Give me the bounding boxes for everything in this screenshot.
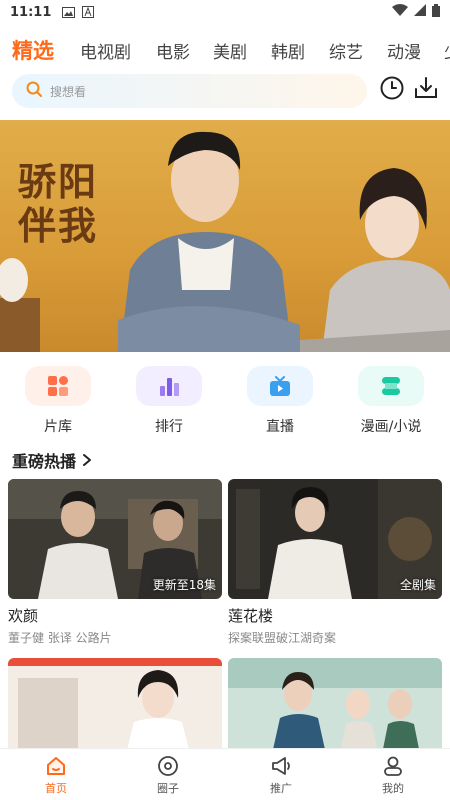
category-ranking-label: 排行 bbox=[155, 419, 183, 435]
show-thumbnail-art bbox=[228, 658, 442, 754]
live-tv-icon bbox=[247, 366, 313, 406]
tab-featured[interactable]: 精选 bbox=[12, 35, 54, 65]
show-thumbnail: 更新至18集 bbox=[8, 479, 222, 599]
wifi-icon bbox=[392, 4, 408, 20]
search-placeholder: 搜想看 bbox=[50, 84, 87, 99]
show-card-partial[interactable] bbox=[228, 658, 442, 754]
show-thumbnail: 全剧集 bbox=[228, 479, 442, 599]
show-card[interactable]: 更新至18集 欢颜 董子健 张译 公路片 bbox=[8, 479, 222, 646]
category-live[interactable]: 直播 bbox=[235, 366, 325, 436]
library-icon bbox=[25, 366, 91, 406]
show-card-partial[interactable] bbox=[8, 658, 222, 754]
status-bar: 11:11 bbox=[0, 0, 450, 24]
nav-promote-label: 推广 bbox=[270, 782, 292, 795]
tab-anime[interactable]: 动漫 bbox=[387, 38, 421, 63]
home-icon bbox=[21, 755, 91, 777]
show-title: 欢颜 bbox=[8, 607, 39, 625]
episode-badge: 全剧集 bbox=[399, 578, 436, 592]
chevron-right-icon bbox=[82, 453, 92, 467]
banner-title-line1: 骄阳 bbox=[18, 159, 99, 204]
nav-profile-label: 我的 bbox=[382, 782, 404, 795]
show-subtitle: 探案联盟破江湖奇案 bbox=[228, 631, 337, 645]
tab-partial[interactable]: 少 bbox=[444, 38, 450, 63]
episode-badge: 更新至18集 bbox=[152, 578, 216, 592]
profile-icon bbox=[358, 755, 428, 777]
megaphone-icon bbox=[246, 755, 316, 777]
show-title: 莲花楼 bbox=[228, 607, 274, 625]
signal-icon bbox=[414, 4, 426, 20]
status-time: 11:11 bbox=[10, 4, 52, 20]
section-title: 重磅热播 bbox=[12, 452, 77, 471]
search-row: 搜想看 bbox=[0, 74, 450, 110]
section-header[interactable]: 重磅热播 bbox=[12, 448, 92, 472]
show-card[interactable]: 全剧集 莲花楼 探案联盟破江湖奇案 bbox=[228, 479, 442, 646]
category-comic-novel-label: 漫画/小说 bbox=[360, 419, 422, 435]
comic-novel-icon bbox=[358, 366, 424, 406]
show-thumbnail-art bbox=[8, 658, 222, 754]
download-icon bbox=[413, 75, 439, 105]
nav-home[interactable]: 首页 bbox=[21, 755, 91, 796]
nav-promote[interactable]: 推广 bbox=[246, 755, 316, 796]
clock-icon bbox=[379, 75, 405, 105]
show-subtitle: 董子健 张译 公路片 bbox=[8, 631, 112, 645]
tab-tv-series[interactable]: 电视剧 bbox=[80, 38, 131, 63]
hero-banner[interactable]: 骄阳 伴我 bbox=[0, 120, 450, 352]
circle-icon bbox=[133, 755, 203, 777]
search-input[interactable]: 搜想看 bbox=[12, 74, 367, 108]
category-library[interactable]: 片库 bbox=[13, 366, 103, 436]
tab-movies[interactable]: 电影 bbox=[156, 38, 190, 63]
nav-circle-label: 圈子 bbox=[157, 782, 179, 795]
category-live-label: 直播 bbox=[266, 419, 294, 435]
tab-k-drama[interactable]: 韩剧 bbox=[271, 38, 305, 63]
bottom-navigation: 首页 圈子 推广 我的 bbox=[0, 748, 450, 800]
category-comic-novel[interactable]: 漫画/小说 bbox=[346, 366, 436, 436]
image-notification-icon bbox=[61, 6, 75, 18]
a-notification-icon bbox=[81, 6, 95, 18]
category-shortcuts: 片库 排行 直播 漫画/小说 bbox=[0, 366, 450, 438]
category-library-label: 片库 bbox=[44, 419, 72, 435]
download-button[interactable] bbox=[412, 76, 440, 104]
tab-us-drama[interactable]: 美剧 bbox=[213, 38, 247, 63]
history-button[interactable] bbox=[378, 76, 406, 104]
banner-title-line2: 伴我 bbox=[18, 203, 99, 248]
banner-title: 骄阳 伴我 bbox=[18, 160, 138, 248]
battery-icon bbox=[432, 3, 440, 21]
nav-profile[interactable]: 我的 bbox=[358, 755, 428, 796]
nav-home-label: 首页 bbox=[45, 782, 67, 795]
top-tabs: 精选 电视剧 电影 美剧 韩剧 综艺 动漫 少 bbox=[0, 30, 450, 76]
nav-circle[interactable]: 圈子 bbox=[133, 755, 203, 796]
ranking-icon bbox=[136, 366, 202, 406]
search-icon bbox=[26, 81, 42, 101]
tab-variety[interactable]: 综艺 bbox=[329, 38, 363, 63]
category-ranking[interactable]: 排行 bbox=[124, 366, 214, 436]
